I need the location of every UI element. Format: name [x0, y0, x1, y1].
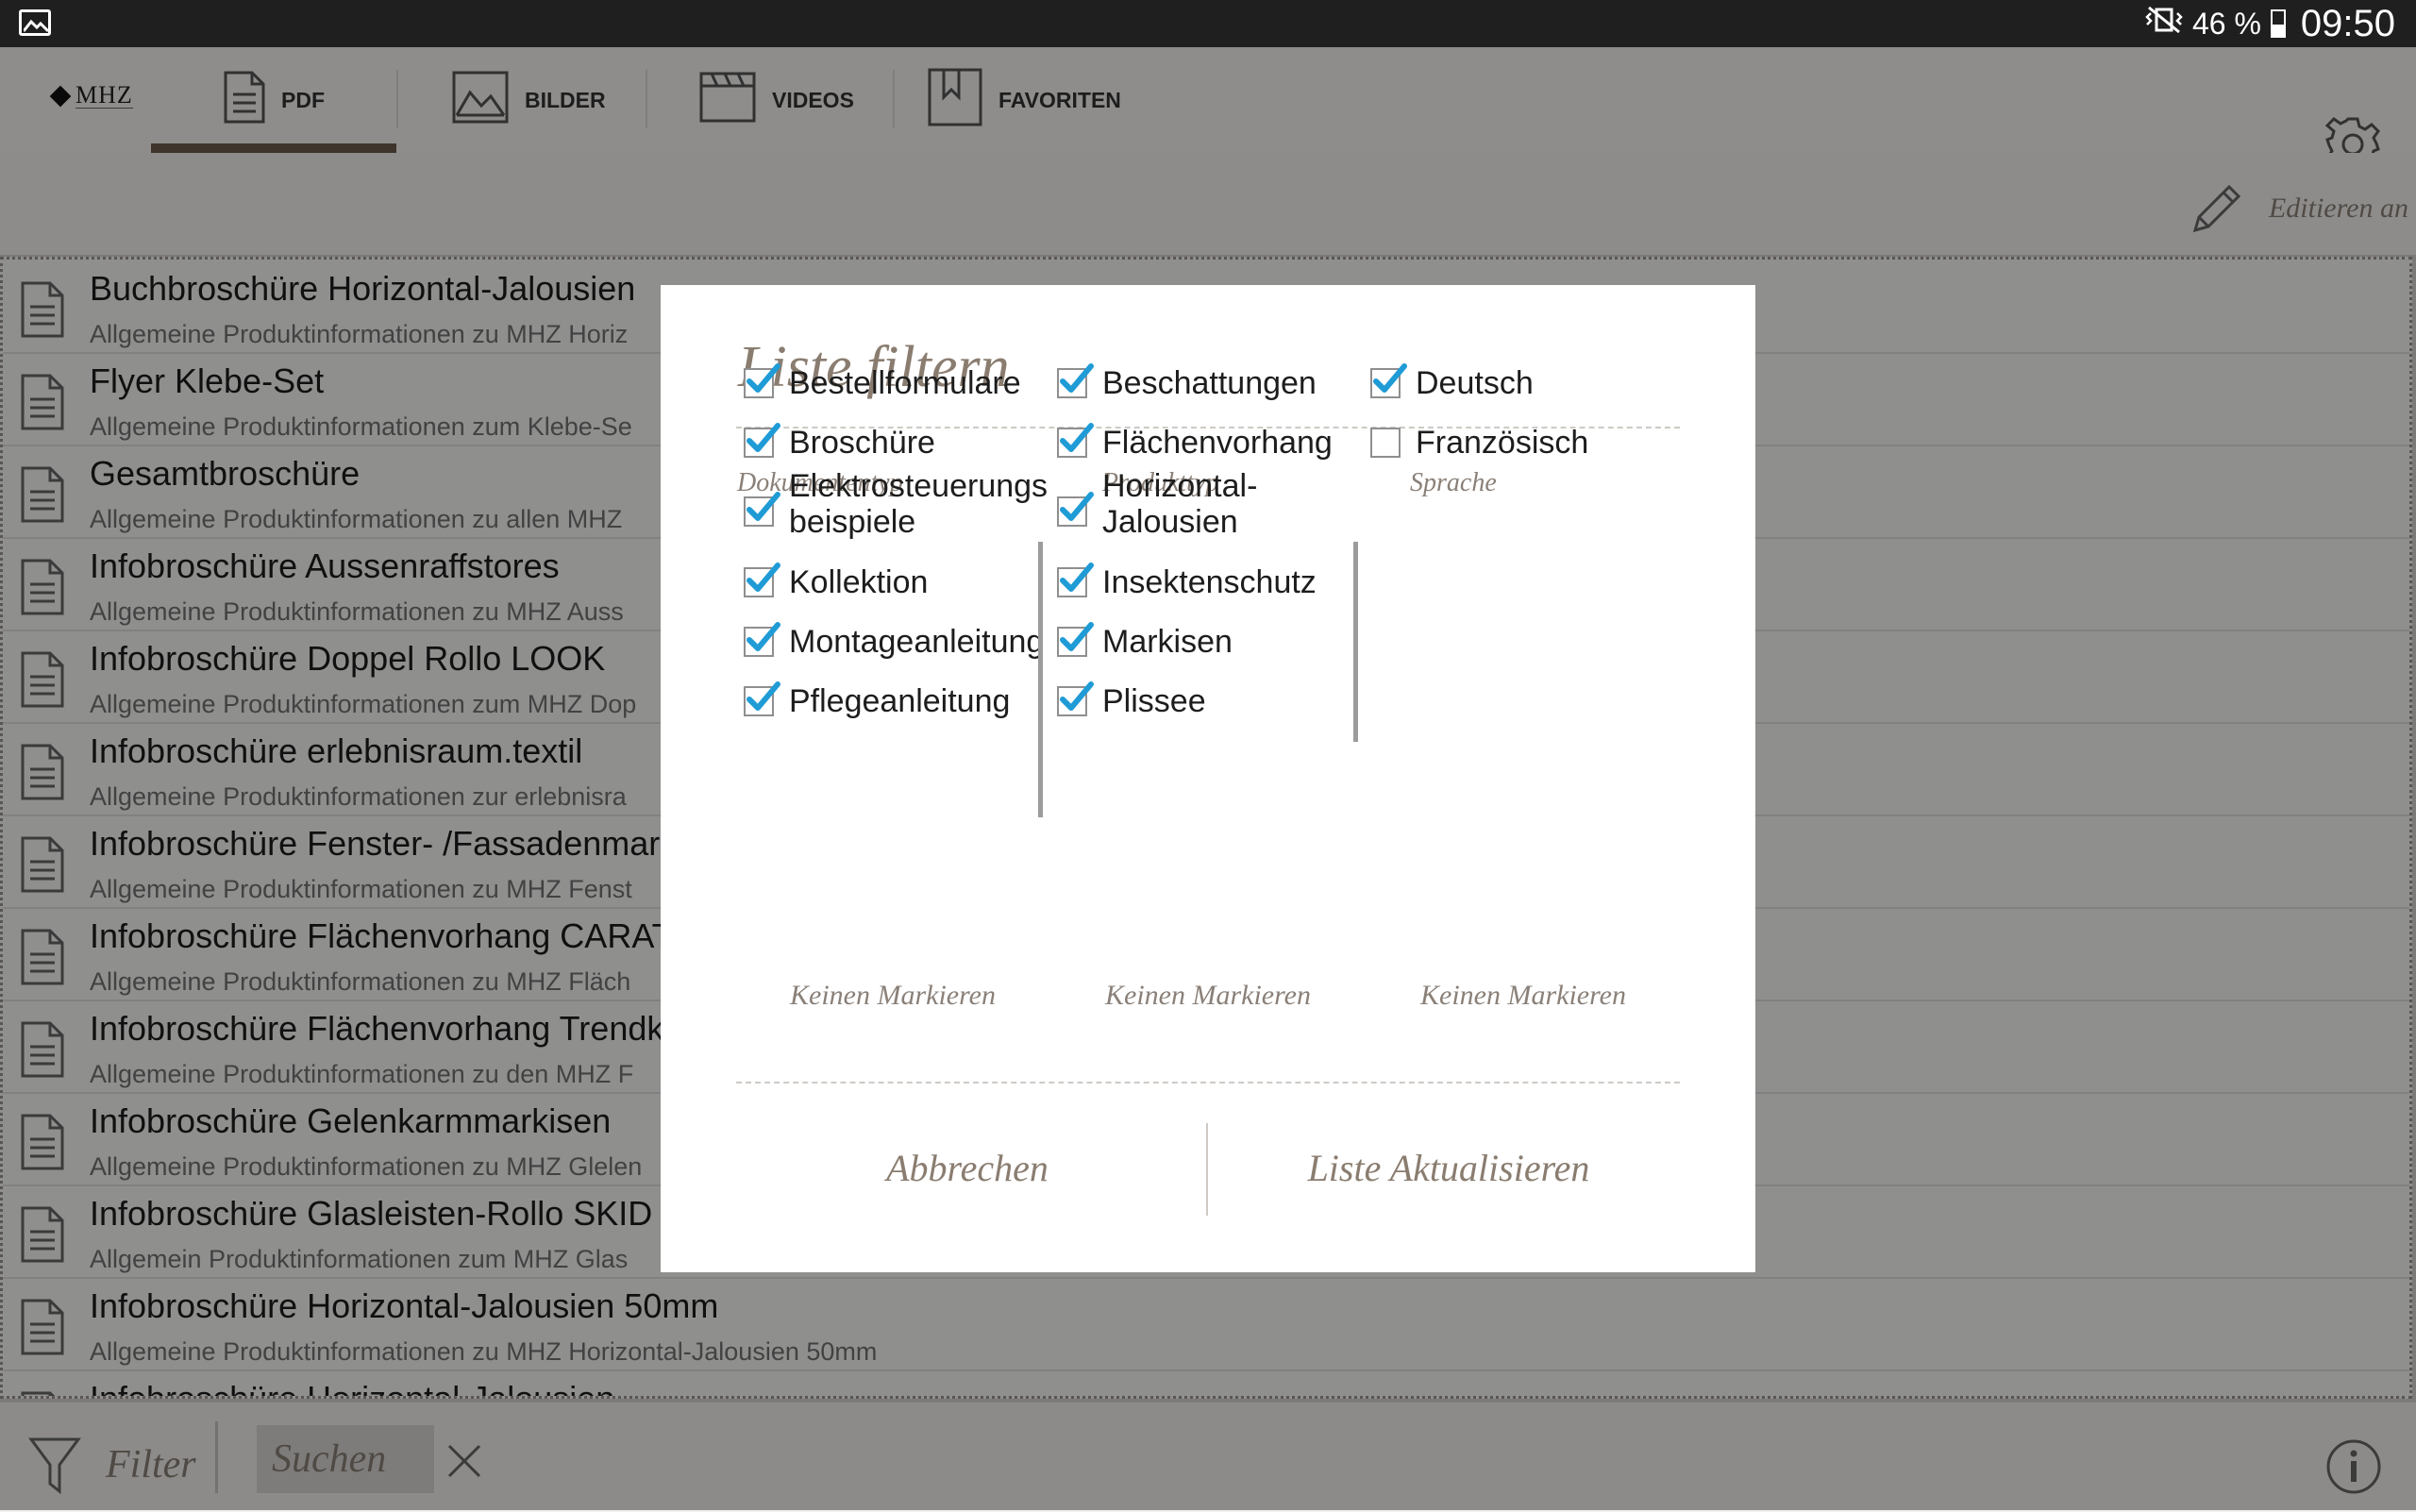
- checkbox-label: Deutsch: [1416, 365, 1534, 401]
- checkbox-label-line: Markisen: [1102, 624, 1233, 660]
- select-none-dokumententyp[interactable]: Keinen Markieren: [751, 980, 1034, 1012]
- checkbox-checked-icon[interactable]: [744, 563, 780, 597]
- gallery-icon: [19, 9, 51, 36]
- battery-level: 46 %: [2191, 6, 2261, 41]
- battery-icon: [2270, 9, 2286, 38]
- checkbox-label: Beschattungen: [1102, 365, 1317, 401]
- checkbox-label-line: Elektrosteuerungs: [789, 468, 1049, 504]
- checkbox-label-line: Bestellformulare: [789, 365, 1021, 401]
- clock: 09:50: [2300, 2, 2395, 44]
- checkbox-label: Broschüre: [789, 425, 935, 461]
- dialog-divider: [736, 1082, 1680, 1084]
- checkbox-label-line: Jalousien: [1102, 504, 1238, 540]
- checkbox-label: Französisch: [1416, 425, 1588, 461]
- status-bar: 46 % 09:50: [0, 0, 2416, 47]
- checkbox-checked-icon[interactable]: [1057, 363, 1094, 398]
- checkbox-checked-icon[interactable]: [744, 492, 780, 527]
- checkbox-label-line: Flächenvorhang: [1102, 425, 1333, 461]
- cancel-button[interactable]: Abbrechen: [736, 1146, 1199, 1190]
- vibrate-icon: [2145, 6, 2183, 42]
- update-list-button[interactable]: Liste Aktualisieren: [1217, 1146, 1680, 1190]
- checkbox-checked-icon[interactable]: [744, 622, 780, 657]
- checkbox-label: Horizontal- Jalousien: [1102, 468, 1257, 540]
- checkbox-checked-icon[interactable]: [1057, 681, 1094, 716]
- checkbox-label: Markisen: [1102, 624, 1233, 660]
- checkbox-label: Bestellformulare: [789, 365, 1021, 401]
- checkbox-label-line: Deutsch: [1416, 365, 1534, 401]
- checkbox-label-line: Pflegeanleitung: [789, 683, 1011, 719]
- checkbox-label-line: Insektenschutz: [1102, 564, 1317, 600]
- select-none-produkttyp[interactable]: Keinen Markieren: [1066, 980, 1350, 1012]
- checkbox-label: Pflegeanleitung: [789, 683, 1010, 719]
- select-none-sprache[interactable]: Keinen Markieren: [1382, 980, 1665, 1012]
- checkbox-label-line: Beschattungen: [1102, 365, 1317, 401]
- checkbox-label-line: Kollektion: [789, 564, 929, 600]
- checkbox-label: Flächenvorhang: [1102, 425, 1333, 461]
- checkbox-label-line: beispiele: [789, 504, 916, 540]
- checkbox-checked-icon[interactable]: [744, 423, 780, 458]
- checkbox-label-line: Montageanleitung: [789, 624, 1045, 660]
- checkbox-checked-icon[interactable]: [744, 363, 780, 398]
- checkbox-label-line: Plissee: [1102, 683, 1206, 719]
- scrollbar-produkttyp[interactable]: [1353, 542, 1358, 742]
- checkbox-label: Elektrosteuerungs beispiele: [789, 468, 1048, 540]
- checkbox-checked-icon[interactable]: [1057, 492, 1094, 527]
- checkbox-label: Kollektion: [789, 564, 928, 600]
- checkbox-checked-icon[interactable]: [1057, 563, 1094, 597]
- checkbox-label-line: Französisch: [1416, 425, 1589, 461]
- checkbox-checked-icon[interactable]: [1057, 423, 1094, 458]
- scrollbar-dokumententyp[interactable]: [1038, 542, 1043, 817]
- checkbox-checked-icon[interactable]: [744, 681, 780, 716]
- checkbox-checked-icon[interactable]: [1370, 363, 1407, 398]
- button-divider: [1206, 1123, 1208, 1216]
- checkbox-label: Plissee: [1102, 683, 1206, 719]
- checkbox-label-line: Horizontal-: [1102, 468, 1258, 504]
- checkbox-checked-icon[interactable]: [1057, 622, 1094, 657]
- column-header-sprache: Sprache: [1410, 468, 1497, 497]
- filter-dialog: Liste filtern Dokumententyp Produkttyp S…: [661, 285, 1755, 1272]
- checkbox-unchecked-icon[interactable]: [1370, 428, 1401, 458]
- checkbox-label-line: Broschüre: [789, 425, 935, 461]
- checkbox-label: Montageanleitung: [789, 624, 1044, 660]
- checkbox-label: Insektenschutz: [1102, 564, 1317, 600]
